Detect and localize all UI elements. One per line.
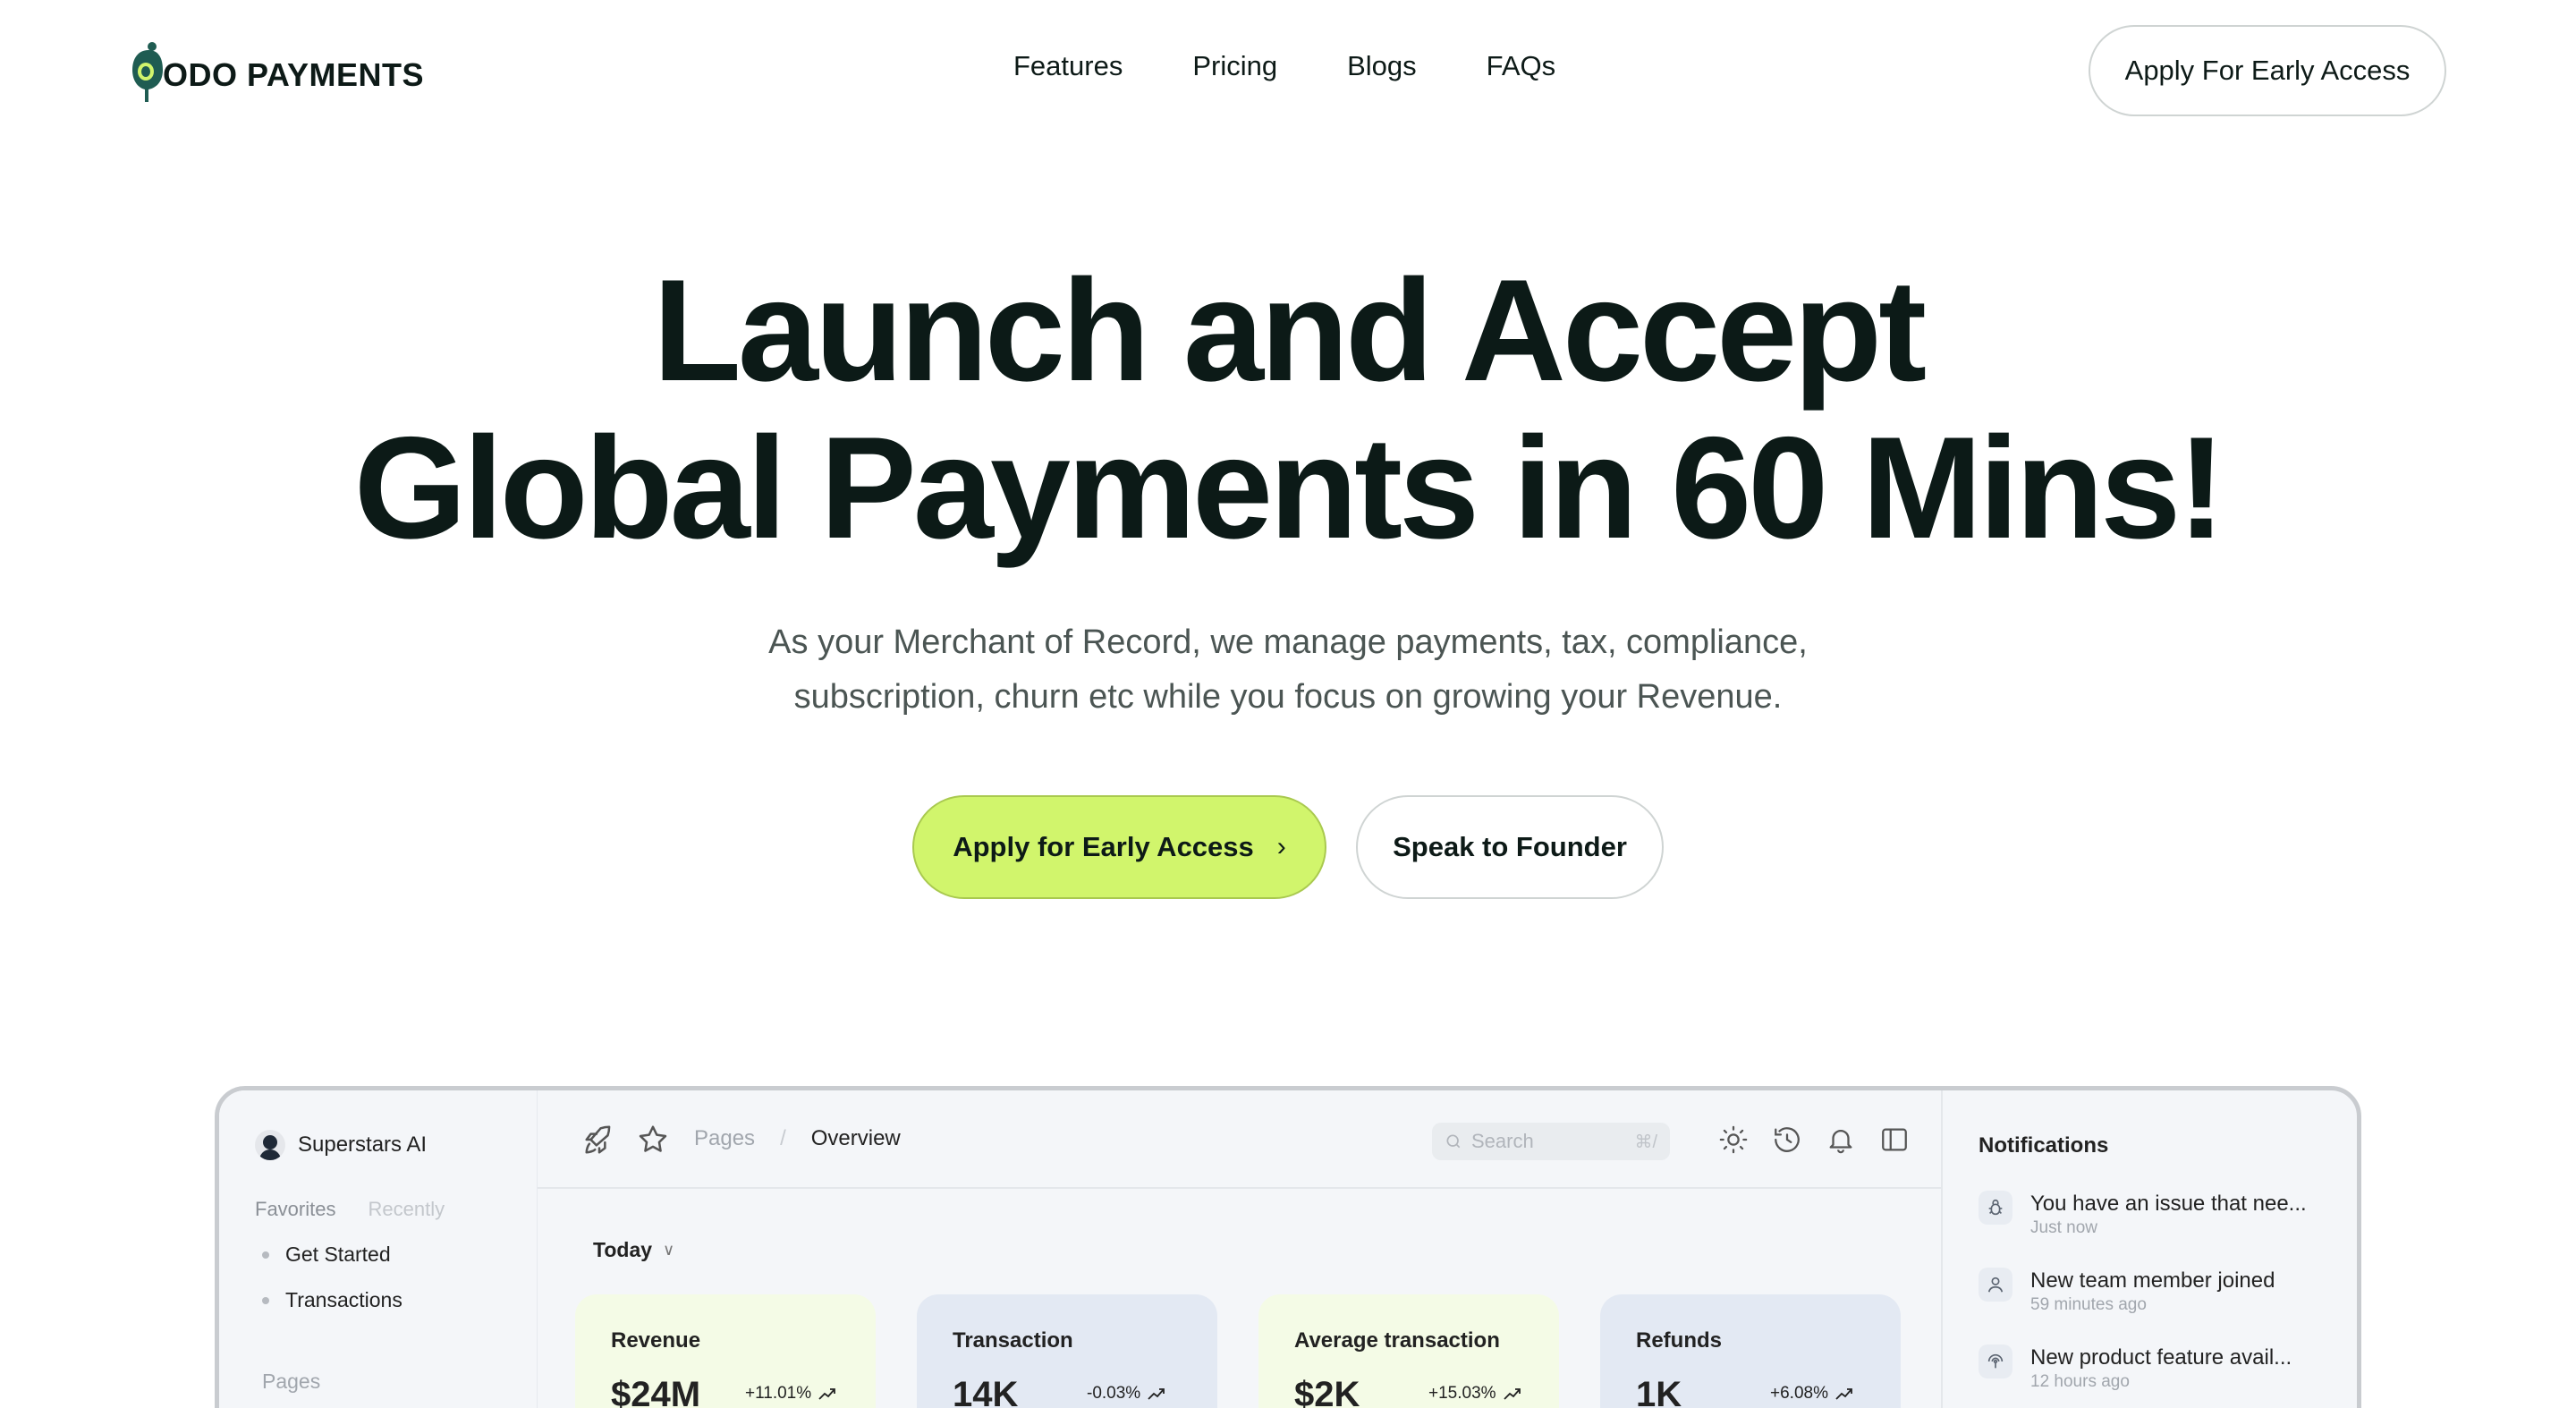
notification-item[interactable]: New product feature avail... 12 hours ag… (1979, 1344, 2292, 1393)
nav-link-pricing[interactable]: Pricing (1192, 50, 1277, 82)
chevron-down-icon: ∨ (663, 1241, 675, 1259)
metric-delta: -0.03% (1087, 1384, 1165, 1404)
metric-delta-text: +6.08% (1770, 1384, 1828, 1403)
metric-value: 14K (953, 1375, 1019, 1408)
sidebar-section-pages: Pages (262, 1370, 321, 1393)
notification-text: New product feature avail... (2030, 1345, 2292, 1370)
trend-up-icon (1835, 1388, 1852, 1400)
breadcrumb: Pages / Overview (694, 1126, 901, 1151)
trend-up-icon (818, 1388, 836, 1400)
tab-recently[interactable]: Recently (368, 1198, 445, 1221)
bell-icon[interactable] (1826, 1124, 1856, 1155)
history-icon[interactable] (1772, 1124, 1802, 1155)
main-nav: Features Pricing Blogs FAQs (1013, 50, 1625, 82)
period-selector[interactable]: Today ∨ (593, 1238, 674, 1262)
search-icon (1446, 1134, 1461, 1149)
chevron-right-icon: › (1276, 832, 1286, 861)
sidebar-item-label: Get Started (285, 1243, 391, 1266)
metric-label: Average transaction (1294, 1328, 1500, 1353)
breadcrumb-separator: / (780, 1126, 786, 1150)
header-apply-button[interactable]: Apply For Early Access (2089, 25, 2446, 116)
sidebar-item-label: Transactions (285, 1288, 402, 1311)
apply-early-access-button[interactable]: Apply for Early Access › (912, 795, 1326, 899)
rocket-icon[interactable] (582, 1123, 616, 1157)
breadcrumb-overview: Overview (810, 1126, 901, 1150)
workspace-switcher[interactable]: Superstars AI (255, 1130, 427, 1160)
metric-value: $2K (1294, 1375, 1360, 1408)
sun-icon[interactable] (1718, 1124, 1749, 1155)
user-icon (1979, 1268, 2012, 1302)
metric-delta: +11.01% (745, 1384, 836, 1404)
notification-time: Just now (2030, 1218, 2097, 1237)
hero-title-line-1: Launch and Accept (652, 250, 1927, 411)
hero-title: Launch and Accept Global Payments in 60 … (0, 252, 2576, 567)
metric-delta: +6.08% (1770, 1384, 1853, 1404)
nav-link-features[interactable]: Features (1013, 50, 1123, 82)
logo-text: ODO PAYMENTS (163, 56, 425, 93)
hero-title-line-2: Global Payments in 60 Mins! (353, 407, 2226, 569)
metric-card-transaction[interactable]: Transaction 14K -0.03% (917, 1294, 1217, 1408)
star-icon[interactable] (636, 1123, 670, 1157)
metric-label: Revenue (611, 1328, 701, 1353)
metric-delta-text: -0.03% (1087, 1384, 1141, 1403)
metric-delta-text: +15.03% (1428, 1384, 1496, 1403)
notification-item[interactable]: New team member joined 59 minutes ago (1979, 1268, 2275, 1316)
search-shortcut: ⌘/ (1634, 1132, 1657, 1152)
metric-value: $24M (611, 1375, 701, 1408)
metric-card-refunds[interactable]: Refunds 1K +6.08% (1600, 1294, 1901, 1408)
period-label: Today (593, 1238, 653, 1261)
nav-link-faqs[interactable]: FAQs (1487, 50, 1556, 82)
breadcrumb-pages[interactable]: Pages (694, 1126, 755, 1151)
apply-early-access-label: Apply for Early Access (953, 831, 1254, 862)
broadcast-icon (1979, 1344, 2012, 1378)
sidebar-tabs: Favorites Recently (255, 1198, 445, 1221)
notification-item[interactable]: You have an issue that nee... Just now (1979, 1191, 2307, 1239)
speak-to-founder-button[interactable]: Speak to Founder (1356, 795, 1664, 899)
bullet-icon (262, 1251, 269, 1259)
dashboard-topbar: Pages / Overview Search ⌘/ (538, 1090, 1941, 1189)
sidebar-item-get-started[interactable]: Get Started (262, 1243, 391, 1267)
avatar (255, 1130, 285, 1160)
hero-subtitle-line-1: As your Merchant of Record, we manage pa… (768, 623, 1808, 661)
search-input[interactable]: Search ⌘/ (1432, 1123, 1670, 1160)
dashboard-main: Pages / Overview Search ⌘/ Today ∨ Reven… (537, 1090, 1941, 1408)
metric-card-average-transaction[interactable]: Average transaction $2K +15.03% (1258, 1294, 1559, 1408)
notification-text: You have an issue that nee... (2030, 1192, 2307, 1216)
trend-down-icon (1148, 1388, 1165, 1400)
dodo-bird-icon (132, 42, 163, 102)
hero-subtitle-line-2: subscription, churn etc while you focus … (793, 678, 1783, 716)
workspace-name: Superstars AI (298, 1132, 428, 1157)
hero-subtitle: As your Merchant of Record, we manage pa… (0, 615, 2576, 725)
bug-icon (1979, 1191, 2012, 1225)
notification-time: 59 minutes ago (2030, 1295, 2147, 1314)
dashboard-preview: Superstars AI Favorites Recently Get Sta… (215, 1086, 2361, 1408)
notification-text: New team member joined (2030, 1268, 2275, 1293)
tab-favorites[interactable]: Favorites (255, 1198, 335, 1221)
notifications-panel: Notifications You have an issue that nee… (1941, 1090, 2357, 1408)
metric-delta-text: +11.01% (745, 1384, 812, 1403)
bullet-icon (262, 1296, 269, 1304)
dashboard-sidebar: Superstars AI Favorites Recently Get Sta… (219, 1090, 537, 1408)
metric-delta: +15.03% (1428, 1384, 1521, 1404)
metric-value: 1K (1636, 1375, 1682, 1408)
metric-card-revenue[interactable]: Revenue $24M +11.01% (575, 1294, 876, 1408)
sidebar-item-transactions[interactable]: Transactions (262, 1288, 402, 1312)
metric-label: Transaction (953, 1328, 1073, 1353)
metric-label: Refunds (1636, 1328, 1722, 1353)
notification-time: 12 hours ago (2030, 1372, 2130, 1391)
sidebar-toggle-icon[interactable] (1879, 1124, 1910, 1155)
logo[interactable]: ODO PAYMENTS (125, 38, 424, 106)
notifications-title: Notifications (1979, 1133, 2109, 1158)
search-placeholder: Search (1471, 1130, 1534, 1152)
trend-up-icon (1503, 1388, 1521, 1400)
nav-link-blogs[interactable]: Blogs (1347, 50, 1417, 82)
